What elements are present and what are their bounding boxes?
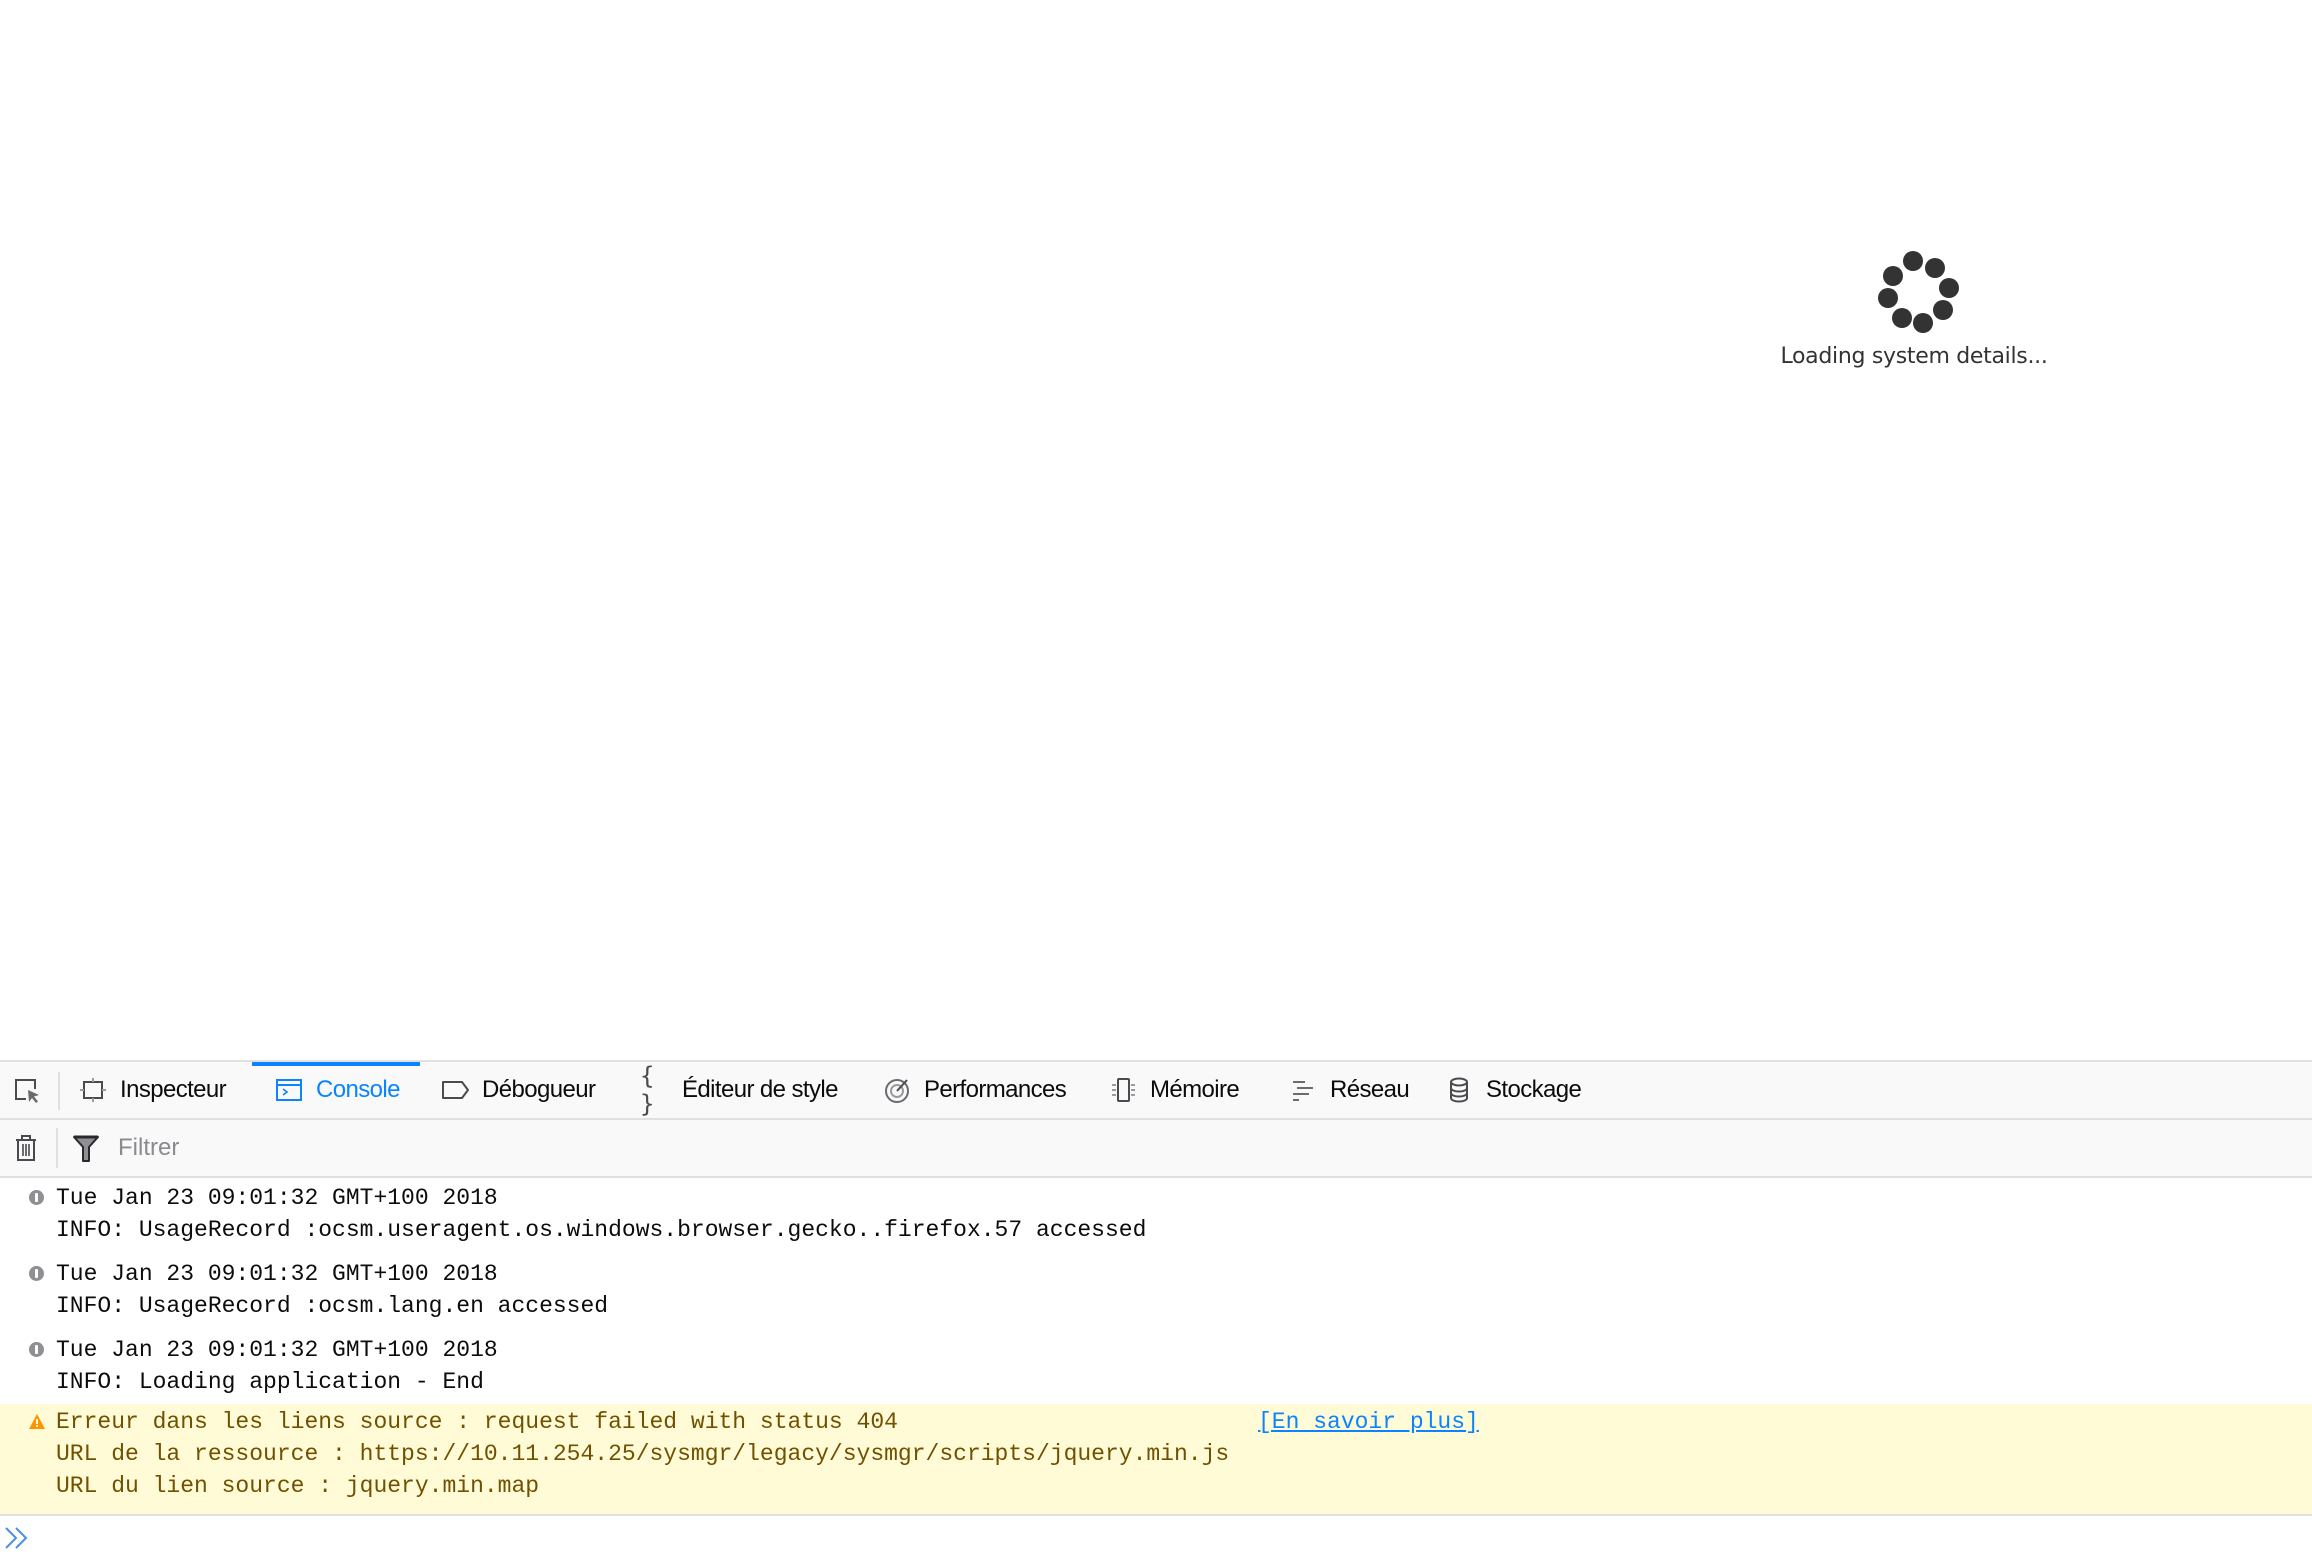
message-timestamp: Tue Jan 23 09:01:32 GMT+100 2018: [56, 1261, 498, 1287]
storage-icon: [1444, 1075, 1474, 1105]
spinner-dot: [1883, 266, 1903, 286]
warning-text: Erreur dans les liens source : request f…: [56, 1409, 898, 1435]
memory-icon: [1108, 1075, 1138, 1105]
console-filter-input[interactable]: [112, 1128, 1124, 1168]
prompt-chevron-icon: [5, 1527, 28, 1549]
page-content: Loading system details...: [0, 0, 2312, 1060]
message-text: INFO: UsageRecord :ocsm.useragent.os.win…: [56, 1217, 1147, 1243]
tab-label: Mémoire: [1150, 1076, 1240, 1103]
spinner-dot: [1903, 251, 1923, 271]
tab-inspector[interactable]: Inspecteur: [78, 1062, 227, 1118]
message-text: INFO: Loading application - End: [56, 1369, 484, 1395]
toolbar-separator: [56, 1128, 58, 1168]
learn-more-link[interactable]: [En savoir plus]: [1258, 1406, 1479, 1438]
warning-resource-url: URL de la ressource : https://10.11.254.…: [56, 1441, 1230, 1467]
console-message: Tue Jan 23 09:01:32 GMT+100 2018 INFO: U…: [0, 1254, 2312, 1330]
spinner-dot: [1913, 313, 1933, 333]
warning-icon: [29, 1414, 45, 1429]
devtools-toolbar: Inspecteur Console Débogueur { } Éditeur…: [0, 1060, 2312, 1120]
console-output: Tue Jan 23 09:01:32 GMT+100 2018 INFO: U…: [0, 1178, 2312, 1516]
toolbar-separator: [58, 1072, 60, 1110]
message-text: INFO: UsageRecord :ocsm.lang.en accessed: [56, 1293, 609, 1319]
console-warning-message: Erreur dans les liens source : request f…: [0, 1404, 2312, 1516]
tab-console[interactable]: Console: [252, 1062, 420, 1118]
performance-icon: [882, 1075, 912, 1105]
spinner-dot: [1878, 288, 1898, 308]
info-icon: [29, 1342, 44, 1357]
tab-label: Éditeur de style: [682, 1076, 838, 1103]
loading-spinner-icon: [1868, 248, 1959, 338]
element-picker-button[interactable]: [8, 1074, 48, 1108]
tab-label: Performances: [924, 1076, 1067, 1103]
console-filter-bar: [0, 1120, 2312, 1178]
tab-debugger[interactable]: Débogueur: [440, 1062, 596, 1118]
network-icon: [1288, 1075, 1318, 1105]
console-message: Tue Jan 23 09:01:32 GMT+100 2018 INFO: U…: [0, 1178, 2312, 1254]
tab-performance[interactable]: Performances: [882, 1062, 1067, 1118]
console-input-row: [0, 1514, 2312, 1554]
devtools-panel: Inspecteur Console Débogueur { } Éditeur…: [0, 1060, 2312, 1554]
debugger-icon: [440, 1075, 470, 1105]
tab-memory[interactable]: Mémoire: [1108, 1062, 1240, 1118]
tab-style-editor[interactable]: { } Éditeur de style: [640, 1062, 838, 1118]
tab-storage[interactable]: Stockage: [1444, 1062, 1582, 1118]
tab-network[interactable]: Réseau: [1288, 1062, 1410, 1118]
style-editor-icon: { }: [640, 1062, 654, 1118]
inspector-icon: [78, 1075, 108, 1105]
trash-icon: [16, 1135, 36, 1161]
spinner-dot: [1892, 308, 1912, 328]
tab-label: Inspecteur: [120, 1076, 227, 1103]
spinner-dot: [1939, 278, 1959, 298]
console-command-input[interactable]: [40, 1518, 2294, 1554]
tab-label: Débogueur: [482, 1076, 596, 1103]
info-icon: [29, 1266, 44, 1281]
clear-console-button[interactable]: [12, 1132, 40, 1164]
spinner-dot: [1925, 258, 1945, 278]
loading-message: Loading system details...: [1780, 344, 2048, 369]
message-timestamp: Tue Jan 23 09:01:32 GMT+100 2018: [56, 1337, 498, 1363]
tab-label: Réseau: [1330, 1076, 1410, 1103]
console-icon: [274, 1075, 304, 1105]
info-icon: [29, 1190, 44, 1205]
tab-label: Stockage: [1486, 1076, 1582, 1103]
message-timestamp: Tue Jan 23 09:01:32 GMT+100 2018: [56, 1185, 498, 1211]
filter-icon: [73, 1135, 99, 1162]
console-message: Tue Jan 23 09:01:32 GMT+100 2018 INFO: L…: [0, 1330, 2312, 1404]
warning-sourcemap-url: URL du lien source : jquery.min.map: [56, 1473, 540, 1499]
tab-label: Console: [316, 1076, 400, 1103]
element-picker-icon: [15, 1079, 39, 1103]
spinner-dot: [1933, 300, 1953, 320]
